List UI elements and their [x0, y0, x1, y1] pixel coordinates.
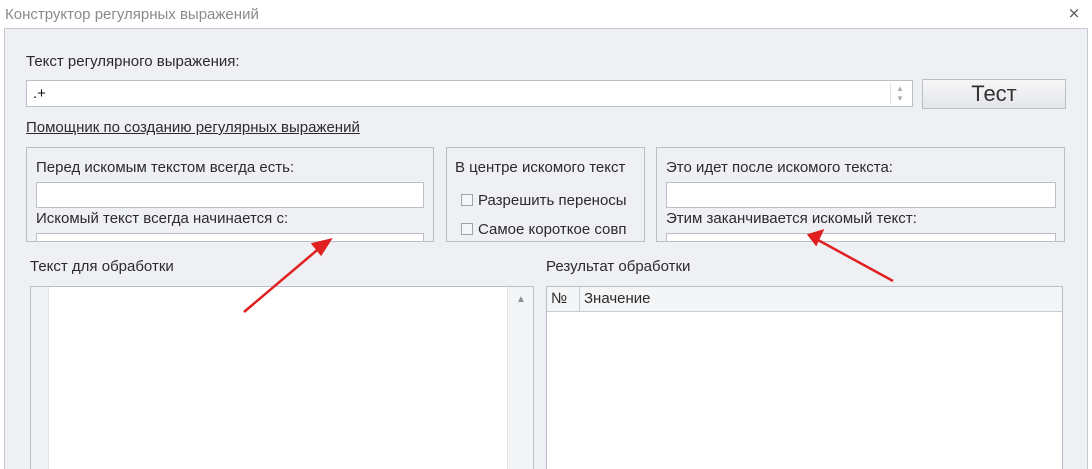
line-gutter: [31, 287, 49, 469]
regex-input[interactable]: .+ ▲ ▼: [26, 80, 913, 107]
starts-with-label: Искомый текст всегда начинается с:: [36, 210, 289, 227]
before-text-input[interactable]: [36, 182, 424, 208]
after-text-label: Это идет после искомого текста:: [666, 159, 893, 176]
after-text-input[interactable]: [666, 182, 1056, 208]
allow-wrap-label[interactable]: Разрешить переносы: [478, 192, 627, 209]
chevron-down-icon[interactable]: ▼: [896, 95, 904, 103]
starts-with-input[interactable]: [36, 233, 424, 241]
allow-wrap-checkbox[interactable]: [461, 194, 473, 206]
close-icon: ⨯: [1067, 5, 1081, 22]
input-text-area[interactable]: ▲: [30, 286, 534, 469]
before-text-label: Перед искомым текстом всегда есть:: [36, 159, 295, 176]
grid-header: № Значение: [547, 287, 1062, 312]
regex-spinner[interactable]: ▲ ▼: [890, 83, 910, 104]
ends-with-label: Этим заканчивается искомый текст:: [666, 210, 917, 227]
center-text-group: В центре искомого текст Разрешить перено…: [446, 147, 645, 242]
shortest-match-checkbox[interactable]: [461, 223, 473, 235]
input-text-label: Текст для обработки: [30, 258, 174, 275]
close-button[interactable]: ⨯: [1063, 4, 1085, 24]
helper-link[interactable]: Помощник по созданию регулярных выражени…: [26, 119, 360, 136]
title-bar: Конструктор регулярных выражений ⨯: [0, 0, 1092, 28]
window-title: Конструктор регулярных выражений: [5, 6, 259, 23]
before-text-group: Перед искомым текстом всегда есть: Иском…: [26, 147, 434, 242]
shortest-match-label[interactable]: Самое короткое совп: [478, 221, 627, 238]
test-button[interactable]: Тест: [922, 79, 1066, 109]
result-label: Результат обработки: [546, 258, 691, 275]
result-grid[interactable]: № Значение: [546, 286, 1063, 469]
regex-value: .+: [33, 85, 46, 102]
column-header-value[interactable]: Значение: [584, 287, 651, 312]
regex-label: Текст регулярного выражения:: [26, 53, 240, 70]
center-text-label: В центре искомого текст: [455, 159, 626, 176]
after-text-group: Это идет после искомого текста: Этим зак…: [656, 147, 1065, 242]
column-header-number[interactable]: №: [547, 287, 580, 312]
chevron-up-icon[interactable]: ▲: [896, 85, 904, 93]
ends-with-input[interactable]: [666, 233, 1056, 241]
scroll-up-icon[interactable]: ▲: [516, 294, 526, 305]
vertical-scrollbar[interactable]: ▲: [507, 287, 533, 469]
